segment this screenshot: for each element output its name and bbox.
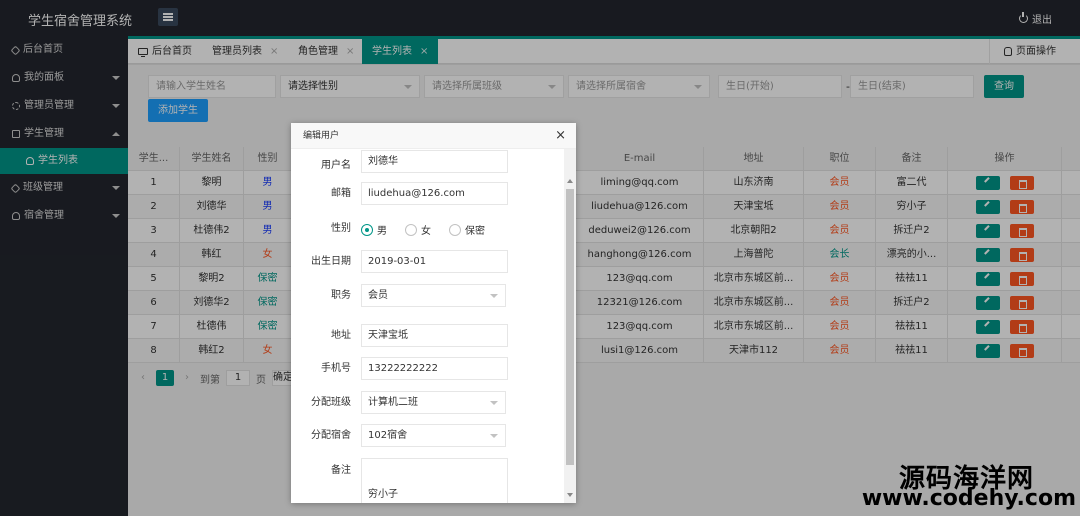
gender-radio-female[interactable]: 女 bbox=[405, 222, 431, 237]
dialog-scrollbar[interactable] bbox=[564, 149, 576, 503]
gender-radio-male[interactable]: 男 bbox=[361, 222, 387, 237]
gender-radio-group: 男 女 保密 bbox=[361, 222, 499, 237]
note-textarea[interactable]: 穷小子 bbox=[361, 458, 508, 503]
dialog-title-bar: 编辑用户 × bbox=[291, 123, 576, 149]
class-label: 分配班级 bbox=[311, 397, 351, 408]
edit-user-dialog: 编辑用户 × 用户名 刘德华 邮箱 liudehua@126.com 性别 男 … bbox=[291, 123, 576, 503]
username-label: 用户名 bbox=[321, 160, 351, 171]
role-select[interactable]: 会员 bbox=[361, 284, 506, 307]
phone-field[interactable]: 13222222222 bbox=[361, 357, 508, 380]
gender-label: 性别 bbox=[331, 223, 351, 234]
close-icon[interactable]: × bbox=[555, 123, 566, 149]
dorm-label: 分配宿舍 bbox=[311, 430, 351, 441]
email-field[interactable]: liudehua@126.com bbox=[361, 182, 508, 205]
gender-radio-secret[interactable]: 保密 bbox=[449, 222, 485, 237]
address-field[interactable]: 天津宝坻 bbox=[361, 324, 508, 347]
scroll-up-arrow[interactable] bbox=[567, 179, 573, 183]
watermark-url: www.codehy.com bbox=[861, 486, 1076, 511]
dialog-title: 编辑用户 bbox=[303, 131, 340, 141]
birth-date-field[interactable]: 2019-03-01 bbox=[361, 250, 508, 273]
phone-label: 手机号 bbox=[321, 363, 351, 374]
email-label: 邮箱 bbox=[331, 188, 351, 199]
dorm-select-field[interactable]: 102宿舍 bbox=[361, 424, 506, 447]
radio-label: 保密 bbox=[465, 226, 485, 237]
radio-unchecked-icon bbox=[449, 223, 461, 236]
birth-label: 出生日期 bbox=[311, 256, 351, 267]
class-select-field[interactable]: 计算机二班 bbox=[361, 391, 506, 414]
scroll-down-arrow[interactable] bbox=[567, 493, 573, 497]
role-label: 职务 bbox=[331, 290, 351, 301]
radio-checked-icon bbox=[361, 223, 373, 236]
radio-label: 女 bbox=[421, 226, 431, 237]
scroll-thumb[interactable] bbox=[566, 189, 574, 465]
username-field[interactable]: 刘德华 bbox=[361, 150, 508, 173]
radio-unchecked-icon bbox=[405, 223, 417, 236]
dialog-body: 用户名 刘德华 邮箱 liudehua@126.com 性别 男 女 保密 出生… bbox=[291, 149, 564, 503]
note-label: 备注 bbox=[331, 465, 351, 476]
radio-label: 男 bbox=[377, 226, 387, 237]
address-label: 地址 bbox=[331, 330, 351, 341]
